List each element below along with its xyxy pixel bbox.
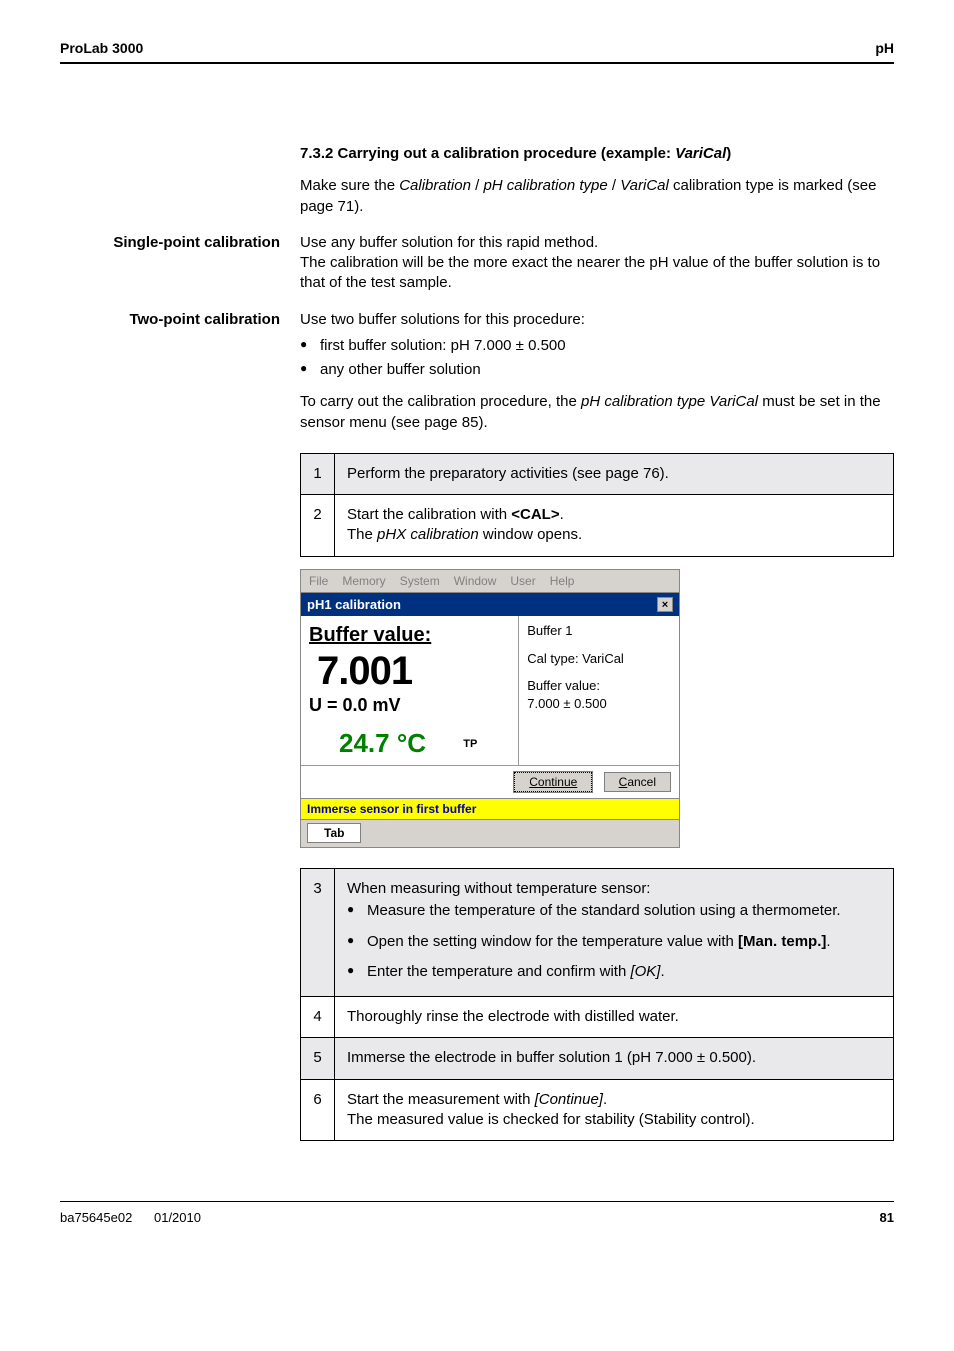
footer-code: ba75645e02 — [60, 1210, 132, 1225]
step-6-key: [Continue] — [535, 1091, 603, 1108]
menu-user[interactable]: User — [510, 573, 535, 589]
close-button[interactable]: × — [657, 597, 673, 612]
step-2-num: 2 — [301, 495, 335, 557]
buffer-value-label: Buffer value: — [309, 622, 510, 649]
two-point-intro: Use two buffer solutions for this proced… — [300, 310, 894, 330]
two-point-note: To carry out the calibration procedure, … — [300, 392, 894, 433]
step-5-num: 5 — [301, 1038, 335, 1079]
step-4-num: 4 — [301, 997, 335, 1038]
cal-type: Cal type: VariCal — [527, 650, 671, 668]
step-1-num: 1 — [301, 453, 335, 494]
temp-value: 24.7 °C — [339, 728, 426, 758]
continue-button[interactable]: Continue — [514, 772, 592, 792]
buffer-value-label-right: Buffer value: — [527, 677, 671, 695]
step-4-text: Thoroughly rinse the electrode with dist… — [335, 997, 894, 1038]
step-2-t4: window opens. — [479, 526, 582, 543]
step-row-6: 6 Start the measurement with [Continue].… — [301, 1079, 894, 1141]
intro-paragraph: Make sure the Calibration / pH calibrati… — [300, 176, 894, 217]
step-3-b3c: . — [660, 963, 664, 980]
step-3-b2: Open the setting window for the temperat… — [347, 932, 881, 952]
status-bar: Immerse sensor in first buffer — [301, 798, 679, 819]
temperature-readout: 24.7 °C TP — [309, 726, 510, 761]
step-5-text: Immerse the electrode in buffer solution… — [335, 1038, 894, 1079]
cancel-button[interactable]: Cancel — [604, 772, 671, 792]
two-p2a: To carry out the calibration procedure, … — [300, 393, 581, 410]
step-row-2: 2 Start the calibration with <CAL>. The … — [301, 495, 894, 557]
step-6-text: Start the measurement with [Continue]. T… — [335, 1079, 894, 1141]
step-6-t2: . — [603, 1091, 607, 1108]
intro-c: / — [471, 177, 484, 194]
step-3-b2c: . — [826, 933, 830, 950]
intro-d: pH calibration type — [483, 177, 607, 194]
menu-window[interactable]: Window — [454, 573, 497, 589]
section-varical: VariCal — [675, 145, 726, 162]
intro-a: Make sure the — [300, 177, 399, 194]
step-3-head: When measuring without temperature senso… — [347, 880, 650, 897]
single-point-label: Single-point calibration — [60, 233, 280, 310]
header-right: pH — [875, 40, 894, 56]
step-6-t1: Start the measurement with — [347, 1091, 535, 1108]
steps-table: 1 Perform the preparatory activities (se… — [300, 453, 894, 557]
u-value: U = 0.0 mV — [309, 693, 510, 717]
step-2-win: pHX calibration — [377, 526, 479, 543]
single-point-text: Use any buffer solution for this rapid m… — [300, 233, 894, 294]
titlebar: pH1 calibration × — [301, 593, 679, 617]
tab-item[interactable]: Tab — [307, 823, 361, 843]
step-row-3: 3 When measuring without temperature sen… — [301, 869, 894, 997]
two-point-bullets: first buffer solution: pH 7.000 ± 0.500 … — [300, 336, 894, 381]
step-2-t2: . — [560, 506, 564, 523]
step-row-5: 5 Immerse the electrode in buffer soluti… — [301, 1038, 894, 1079]
single-p2: The calibration will be the more exact t… — [300, 254, 880, 291]
single-p1: Use any buffer solution for this rapid m… — [300, 234, 598, 251]
header-left: ProLab 3000 — [60, 40, 143, 56]
step-3-b2b: [Man. temp.] — [738, 933, 826, 950]
menu-memory[interactable]: Memory — [342, 573, 385, 589]
intro-e: / — [608, 177, 621, 194]
intro-f: VariCal — [620, 177, 669, 194]
tp-indicator: TP — [463, 738, 477, 750]
page-number: 81 — [880, 1210, 894, 1225]
menu-file[interactable]: File — [309, 573, 328, 589]
button-row: Continue Cancel — [301, 765, 679, 798]
two-b2: any other buffer solution — [300, 360, 894, 380]
buffer-value-readout: 7.001 — [317, 651, 510, 691]
buffer-number: Buffer 1 — [527, 622, 671, 640]
section-title-close: ) — [726, 145, 731, 162]
app-window: File Memory System Window User Help pH1 … — [300, 569, 680, 849]
step-3-b3b: [OK] — [630, 963, 660, 980]
steps-table-2: 3 When measuring without temperature sen… — [300, 868, 894, 1141]
menubar: File Memory System Window User Help — [301, 570, 679, 593]
section-number-title: 7.3.2 Carrying out a calibration procedu… — [300, 145, 675, 162]
two-p2b: pH calibration type VariCal — [581, 393, 758, 410]
footer: ba75645e02 01/2010 81 — [60, 1201, 894, 1225]
step-2-text: Start the calibration with <CAL>. The pH… — [335, 495, 894, 557]
step-3-b3: Enter the temperature and confirm with [… — [347, 962, 881, 982]
window-title: pH1 calibration — [307, 596, 401, 614]
intro-b: Calibration — [399, 177, 471, 194]
step-6-t3: The measured value is checked for stabil… — [347, 1111, 755, 1128]
menu-system[interactable]: System — [400, 573, 440, 589]
two-b1: first buffer solution: pH 7.000 ± 0.500 — [300, 336, 894, 356]
section-title: 7.3.2 Carrying out a calibration procedu… — [300, 144, 894, 164]
menu-help[interactable]: Help — [550, 573, 575, 589]
step-1-text: Perform the preparatory activities (see … — [335, 453, 894, 494]
step-3-b2a: Open the setting window for the temperat… — [367, 933, 738, 950]
step-row-4: 4 Thoroughly rinse the electrode with di… — [301, 997, 894, 1038]
step-2-t3: The — [347, 526, 377, 543]
step-3-b1: Measure the temperature of the standard … — [347, 901, 881, 921]
step-2-t1: Start the calibration with — [347, 506, 511, 523]
step-3-text: When measuring without temperature senso… — [335, 869, 894, 997]
step-row-1: 1 Perform the preparatory activities (se… — [301, 453, 894, 494]
continue-label: Continue — [529, 775, 577, 789]
step-3-num: 3 — [301, 869, 335, 997]
footer-date: 01/2010 — [154, 1210, 201, 1225]
two-point-label: Two-point calibration — [60, 310, 280, 1142]
cancel-label: Cancel — [619, 775, 656, 789]
step-3-b3a: Enter the temperature and confirm with — [367, 963, 630, 980]
step-2-key: <CAL> — [511, 506, 559, 523]
buffer-value-right: 7.000 ± 0.500 — [527, 695, 671, 713]
tab-strip: Tab — [301, 819, 679, 847]
step-6-num: 6 — [301, 1079, 335, 1141]
